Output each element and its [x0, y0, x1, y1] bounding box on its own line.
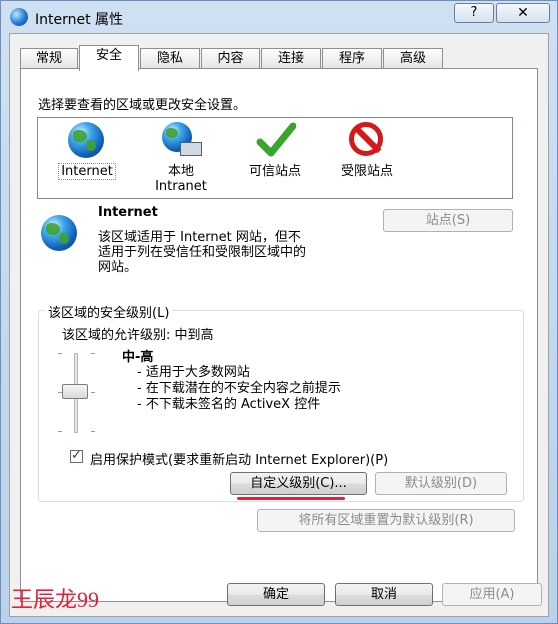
selected-zone-globe-icon [41, 215, 77, 251]
ok-button[interactable]: 确定 [227, 583, 325, 606]
cancel-button[interactable]: 取消 [335, 583, 433, 606]
monitor-icon [180, 142, 202, 156]
close-button[interactable]: ✕ [496, 3, 550, 23]
zone-internet-label: Internet [58, 163, 116, 180]
tab-advanced[interactable]: 高级 [383, 48, 443, 70]
internet-globe-icon [10, 8, 28, 26]
custom-level-button[interactable]: 自定义级别(C)... [230, 472, 367, 495]
zone-trusted-sites[interactable]: 可信站点 [238, 120, 312, 179]
slider-tick [58, 431, 62, 432]
sites-button[interactable]: 站点(S) [383, 209, 513, 232]
tab-connections[interactable]: 连接 [261, 48, 321, 70]
slider-tick [91, 353, 95, 354]
zone-list: Internet 本地 Intranet 可信站点 受限站点 [37, 117, 513, 199]
security-level-group-title: 该区域的安全级别(L) [45, 302, 173, 321]
zone-description: 该区域适用于 Internet 网站，但不 适用于列在受信任和受限制区域中的 网… [98, 230, 307, 275]
internet-properties-window: Internet 属性 ? ✕ 常规 安全 隐私 内容 连接 程序 高级 选择要… [0, 0, 558, 624]
author-watermark: 王辰龙99 [11, 587, 100, 612]
tab-general[interactable]: 常规 [20, 48, 78, 70]
zone-local-label-line2: Intranet [155, 179, 207, 194]
zone-instruction: 选择要查看的区域或更改安全设置。 [38, 98, 247, 113]
tab-programs[interactable]: 程序 [322, 48, 382, 70]
zone-internet[interactable]: Internet [50, 120, 124, 180]
security-level-slider-thumb[interactable] [62, 384, 88, 399]
protected-mode-checkbox[interactable] [70, 448, 83, 463]
allowed-level-label: 该区域的允许级别: 中到高 [62, 328, 214, 343]
tab-content[interactable]: 内容 [201, 48, 260, 70]
slider-tick [91, 392, 95, 393]
slider-tick [91, 431, 95, 432]
zone-restricted-label: 受限站点 [340, 164, 393, 179]
slider-tick [58, 353, 62, 354]
globe-icon [68, 122, 104, 158]
zone-local-intranet[interactable]: 本地 Intranet [142, 120, 220, 194]
checkmark-icon [256, 122, 296, 157]
zone-local-label-line1: 本地 [167, 164, 194, 179]
reset-all-zones-button[interactable]: 将所有区域重置为默认级别(R) [257, 509, 515, 532]
title-bar[interactable]: Internet 属性 ? ✕ [1, 1, 557, 35]
window-title: Internet 属性 [35, 12, 124, 28]
zone-title: Internet [98, 205, 158, 220]
zone-restricted-sites[interactable]: 受限站点 [330, 120, 404, 179]
custom-level-highlight [237, 497, 345, 500]
level-name: 中-高 [122, 350, 154, 365]
no-entry-icon [349, 122, 383, 156]
protected-mode-label[interactable]: 启用保护模式(要求重新启动 Internet Explorer)(P) [90, 449, 388, 468]
tab-security[interactable]: 安全 [79, 45, 139, 71]
apply-button[interactable]: 应用(A) [442, 583, 542, 606]
zone-trusted-label: 可信站点 [248, 164, 301, 179]
tab-privacy[interactable]: 隐私 [140, 48, 200, 70]
default-level-button[interactable]: 默认级别(D) [375, 472, 507, 495]
level-description: - 适用于大多数网站 - 在下载潜在的不安全内容之前提示 - 不下载未签名的 A… [137, 365, 341, 412]
help-button[interactable]: ? [454, 3, 494, 23]
